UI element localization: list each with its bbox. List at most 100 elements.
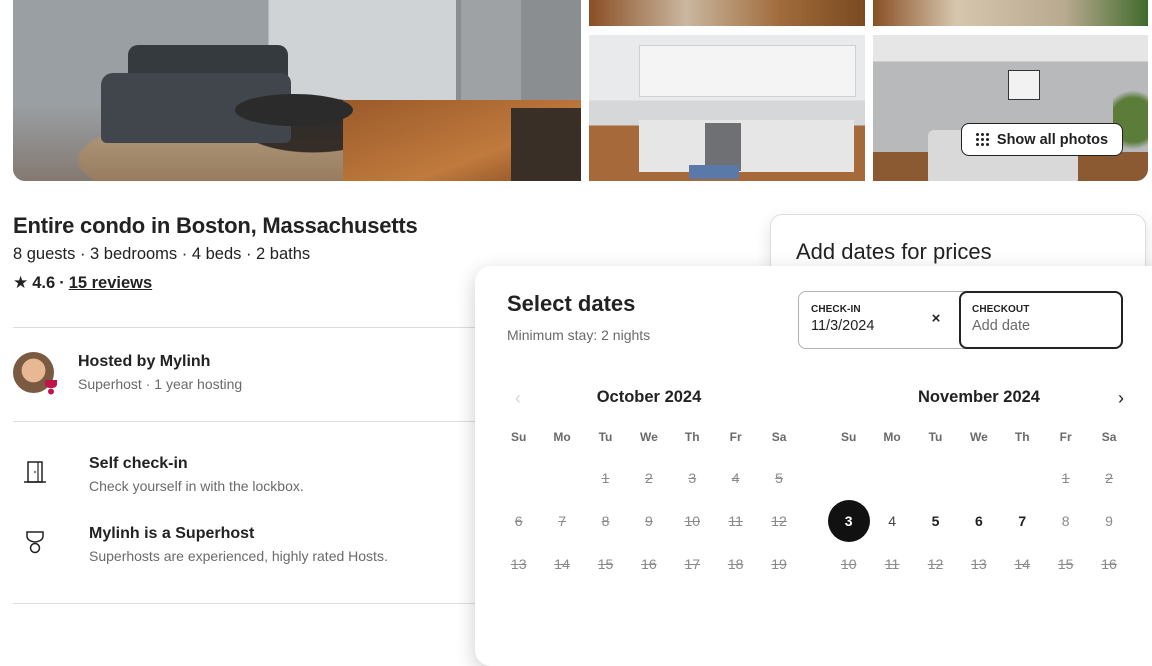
reviews-link[interactable]: 15 reviews: [69, 274, 152, 293]
calendar-day: 16: [1101, 556, 1117, 573]
calendar-day: 2: [1105, 469, 1113, 486]
weekday-label: Tu: [928, 430, 943, 444]
calendar-day: 8: [601, 513, 610, 530]
weekday-label: Mo: [883, 430, 901, 444]
photo-bottom-right[interactable]: [873, 35, 1148, 181]
calendar-empty-cell: [497, 456, 540, 499]
show-all-photos-button[interactable]: Show all photos: [961, 123, 1123, 156]
photo-detail: [639, 45, 856, 97]
photo-main[interactable]: [13, 0, 581, 181]
weekday-header: Su Mo Tu We Th Fr Sa: [827, 430, 1131, 444]
highlight-subtitle: Superhosts are experienced, highly rated…: [89, 548, 388, 564]
highlight-superhost: Mylinh is a Superhost Superhosts are exp…: [13, 525, 388, 564]
host-subtitle: Superhost · 1 year hosting: [78, 376, 243, 392]
calendar-day: 13: [510, 556, 527, 573]
weekday-label: Sa: [771, 430, 787, 444]
calendar-empty-cell: [914, 456, 957, 499]
weekday-label: Mo: [553, 430, 571, 444]
calendar-day[interactable]: 7: [1001, 499, 1044, 542]
month-title: October 2024: [596, 388, 702, 406]
weekday-header: Su Mo Tu We Th Fr Sa: [497, 430, 801, 444]
weekday-label: Sa: [1101, 430, 1117, 444]
calendar-week: 13 14 15 16 17 18 19: [497, 543, 801, 586]
weekday-label: Su: [841, 430, 857, 444]
calendar-empty-cell: [870, 456, 913, 499]
weekday-label: Th: [1014, 430, 1030, 444]
calendar-day: 2: [644, 469, 653, 486]
weekday-label: We: [639, 430, 658, 444]
date-inputs: CHECK-IN 11/3/2024 × CHECKOUT Add date: [798, 291, 1123, 349]
photo-detail: [1008, 70, 1040, 100]
days-grid: 1 2 3 4 5 6 7 8 9 10 11 12 13 14 15 16: [827, 456, 1131, 586]
listing-overview: 8 guests · 3 bedrooms · 4 beds · 2 baths: [13, 245, 311, 263]
calendar-day: 19: [771, 556, 787, 573]
highlight-title: Mylinh is a Superhost: [89, 525, 255, 542]
calendar-month-october: ‹ October 2024 Su Mo Tu We Th Fr Sa 1234567891…: [497, 388, 801, 586]
calendar-month-november: November 2024 › Su Mo Tu We Th Fr Sa 123456789…: [827, 388, 1131, 586]
calendar-day: 16: [641, 556, 657, 573]
calendar-day: 12: [771, 513, 787, 530]
calendar-day: 5: [775, 469, 783, 486]
rating-value: 4.6: [32, 273, 56, 292]
photo-top-middle[interactable]: [589, 0, 865, 26]
highlight-subtitle: Check yourself in with the lockbox.: [89, 478, 304, 494]
booking-title: Add dates for prices: [796, 239, 992, 264]
calendar-day[interactable]: 4: [870, 499, 913, 542]
host-row: Hosted by Mylinh Superhost · 1 year host…: [13, 352, 242, 395]
calendar-day: 17: [684, 556, 701, 573]
calendar-day: 10: [840, 556, 857, 573]
calendar-day[interactable]: 5: [914, 499, 957, 542]
date-picker-subtitle: Minimum stay: 2 nights: [507, 327, 651, 343]
highlight-text: Mylinh is a Superhost Superhosts are exp…: [89, 525, 388, 564]
next-month-button[interactable]: ›: [1110, 388, 1132, 410]
clear-check-in-button[interactable]: ×: [927, 310, 945, 328]
show-all-photos-label: Show all photos: [996, 131, 1109, 148]
calendar-week: 10 11 12 13 14 15 16: [827, 543, 1131, 586]
photo-bottom-middle[interactable]: [589, 35, 865, 181]
highlight-self-check-in: Self check-in Check yourself in with the…: [13, 455, 304, 494]
calendar-day: 6: [514, 513, 523, 530]
calendar-day: 4: [731, 469, 740, 486]
checkout-placeholder: Add date: [972, 318, 1031, 334]
calendar-empty-cell: [957, 456, 1000, 499]
calendar-day: 10: [684, 513, 701, 530]
weekday-label: Tu: [598, 430, 613, 444]
calendar-day: 1: [601, 469, 610, 486]
calendar-day: 11: [884, 556, 900, 573]
calendar-day: 15: [1057, 556, 1074, 573]
star-icon: ★: [13, 273, 29, 292]
checkout-field[interactable]: CHECKOUT Add date: [959, 291, 1123, 349]
photo-detail: [461, 0, 521, 110]
calendar-day: 8: [1061, 513, 1070, 530]
check-in-field[interactable]: CHECK-IN 11/3/2024 ×: [799, 292, 961, 348]
divider: [13, 421, 483, 422]
host-text: Hosted by Mylinh Superhost · 1 year host…: [78, 353, 242, 392]
date-picker-popover: Select dates Minimum stay: 2 nights CHEC…: [475, 266, 1152, 666]
weekday-label: Th: [684, 430, 700, 444]
door-icon: [24, 461, 46, 483]
photo-detail: [689, 165, 739, 179]
previous-month-button[interactable]: ‹: [507, 388, 529, 410]
calendar-day-selected[interactable]: 3: [827, 499, 870, 543]
photo-top-right[interactable]: [873, 0, 1148, 26]
divider: [13, 603, 483, 604]
calendar-day: 3: [688, 469, 697, 486]
calendar-week: 12: [827, 456, 1131, 499]
days-grid: 1 2 3 4 5 6 7 8 9 10 11 12 13 14 15 16 17 18 19: [497, 456, 801, 586]
calendar-empty-cell: [540, 456, 583, 499]
calendar-day: 18: [727, 556, 744, 573]
divider: [13, 327, 483, 328]
weekday-label: Fr: [1059, 430, 1072, 444]
calendar-day: 9: [644, 513, 653, 530]
rating-row: ★ 4.6 · 15 reviews: [13, 273, 152, 293]
calendar-day: 15: [597, 556, 614, 573]
grid-icon: [975, 133, 989, 146]
calendar-day[interactable]: 6: [957, 499, 1000, 542]
calendar-week: 345678 9: [827, 499, 1131, 543]
calendar-day: 11: [728, 513, 743, 530]
photo-detail: [511, 108, 581, 181]
host-avatar[interactable]: [13, 352, 57, 395]
month-title: November 2024: [918, 388, 1040, 406]
calendar-day: 7: [558, 513, 566, 530]
superhost-badge-icon: [45, 380, 57, 395]
